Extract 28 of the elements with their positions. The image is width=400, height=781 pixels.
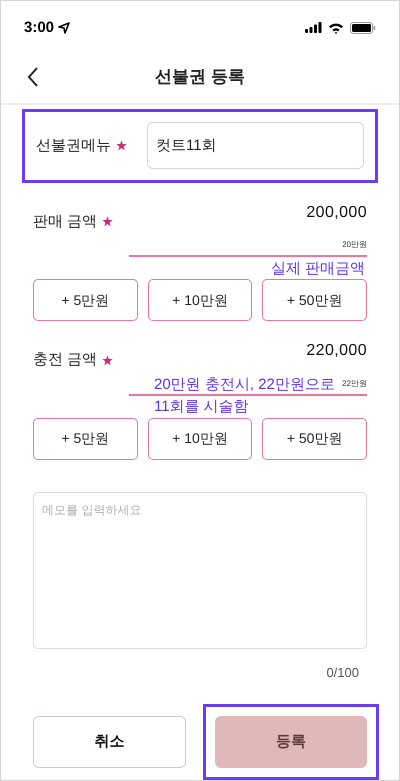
cancel-button[interactable]: 취소 [33, 716, 186, 768]
amount-value: 200,000 [306, 202, 367, 223]
unit-hint: 22만원 [342, 378, 367, 390]
annotation-text: 실제 판매금액 [271, 260, 366, 276]
battery-icon [350, 22, 376, 34]
status-time: 3:00 [24, 18, 54, 38]
menu-input-field[interactable]: 컷트11회 [147, 122, 364, 170]
field-label: 판매 금액 [33, 212, 98, 232]
add-amount-button[interactable]: + 10만원 [148, 279, 252, 322]
add-amount-button[interactable]: + 5만원 [33, 279, 138, 322]
annotation-text: 11회를 시술함 [154, 399, 249, 414]
back-chevron-icon [27, 66, 39, 87]
amount-value: 220,000 [306, 341, 367, 362]
annotation-text: 20만원 충전시, 22만원으로 [154, 376, 335, 392]
field-label: 선불권메뉴 [36, 136, 111, 156]
memo-input-field[interactable]: 메모를 입력하세요 [33, 492, 367, 649]
page-title: 선불권 등록 [155, 66, 245, 88]
location-arrow-icon [58, 22, 70, 34]
character-counter: 0/100 [326, 664, 359, 682]
add-amount-button[interactable]: + 50만원 [262, 418, 367, 460]
wifi-icon [328, 22, 344, 34]
register-button[interactable]: 등록 [214, 716, 367, 768]
add-amount-button[interactable]: + 50만원 [262, 279, 367, 322]
add-amount-button[interactable]: + 10만원 [148, 418, 252, 460]
signal-icon [305, 22, 322, 34]
add-amount-button[interactable]: + 5만원 [33, 418, 138, 460]
unit-hint: 20만원 [342, 239, 367, 252]
field-label: 충전 금액 [33, 350, 98, 370]
